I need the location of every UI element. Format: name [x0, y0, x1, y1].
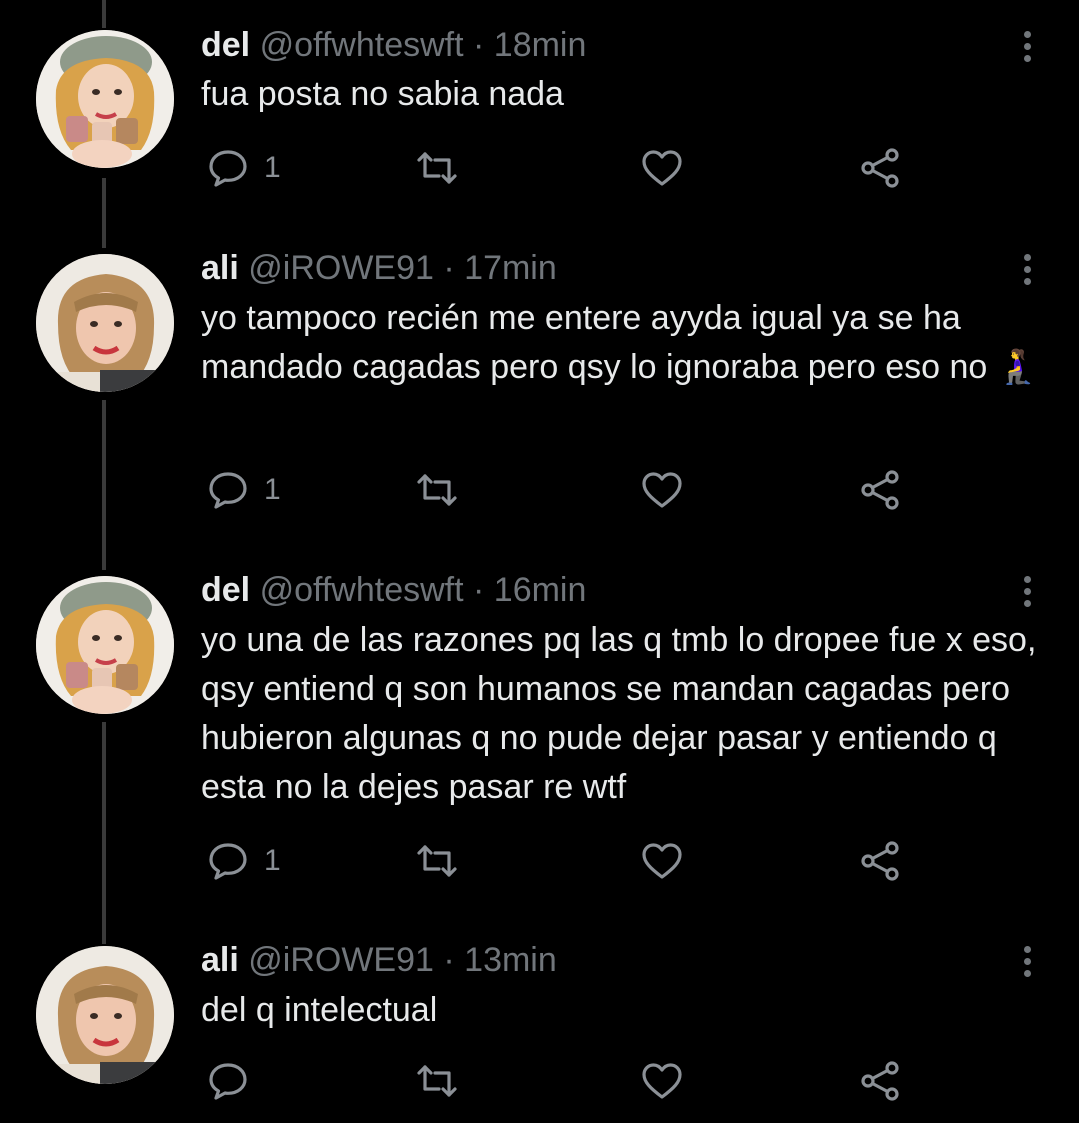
like-button[interactable]: [640, 146, 684, 190]
tweet[interactable]: del @offwhteswft · 16min yo una de las r…: [0, 544, 1079, 914]
tweet-text: del q intelectual: [201, 991, 438, 1029]
separator: ·: [443, 941, 455, 979]
separator: ·: [473, 571, 485, 609]
share-button[interactable]: [858, 468, 902, 512]
avatar[interactable]: [36, 30, 174, 168]
display-name[interactable]: ali: [201, 249, 239, 287]
reply-icon: [209, 1063, 247, 1100]
like-icon: [642, 843, 682, 879]
share-button[interactable]: [858, 839, 902, 883]
tweet-text: yo tampoco recién me entere ayyda igual …: [201, 299, 1040, 386]
tweet-text: fua posta no sabia nada: [201, 75, 564, 113]
more-icon[interactable]: [1012, 250, 1042, 290]
share-button[interactable]: [858, 1059, 902, 1103]
reply-count: 1: [264, 844, 281, 877]
user-handle[interactable]: @offwhteswft: [260, 26, 464, 64]
retweet-icon: [417, 474, 457, 506]
retweet-button[interactable]: [415, 146, 459, 190]
reply-icon: [209, 150, 247, 187]
reply-icon: [209, 472, 247, 509]
like-icon: [642, 150, 682, 186]
retweet-icon: [417, 152, 457, 184]
avatar[interactable]: [36, 576, 174, 714]
reply-button[interactable]: 1: [206, 146, 281, 190]
separator: ·: [443, 249, 455, 287]
reply-button[interactable]: [206, 1059, 264, 1103]
reply-icon: [209, 843, 247, 880]
more-icon[interactable]: [1012, 942, 1042, 982]
reply-button[interactable]: 1: [206, 839, 281, 883]
tweet-header: del @offwhteswft · 18min: [201, 25, 586, 65]
user-handle[interactable]: @offwhteswft: [260, 571, 464, 609]
reply-button[interactable]: 1: [206, 468, 281, 512]
display-name[interactable]: del: [201, 26, 250, 64]
separator: ·: [473, 26, 485, 64]
share-icon: [861, 470, 899, 510]
timestamp[interactable]: 16min: [494, 571, 587, 609]
like-button[interactable]: [640, 468, 684, 512]
timestamp[interactable]: 17min: [464, 249, 557, 287]
tweet[interactable]: ali @iROWE91 · 17min yo tampoco recién m…: [0, 222, 1079, 544]
timestamp[interactable]: 13min: [464, 941, 557, 979]
retweet-icon: [417, 1065, 457, 1097]
user-handle[interactable]: @iROWE91: [248, 941, 434, 979]
share-icon: [861, 1061, 899, 1101]
more-icon[interactable]: [1012, 27, 1042, 67]
tweet-text: yo una de las razones pq las q tmb lo dr…: [201, 621, 1037, 806]
tweet-header: del @offwhteswft · 16min: [201, 570, 586, 610]
retweet-button[interactable]: [415, 839, 459, 883]
share-button[interactable]: [858, 146, 902, 190]
display-name[interactable]: del: [201, 571, 250, 609]
retweet-button[interactable]: [415, 1059, 459, 1103]
reply-count: 1: [264, 473, 281, 506]
display-name[interactable]: ali: [201, 941, 239, 979]
share-icon: [861, 148, 899, 188]
retweet-icon: [417, 845, 457, 877]
retweet-button[interactable]: [415, 468, 459, 512]
avatar[interactable]: [36, 254, 174, 392]
tweet[interactable]: del @offwhteswft · 18min fua posta no sa…: [0, 0, 1079, 222]
like-button[interactable]: [640, 1059, 684, 1103]
tweet-header: ali @iROWE91 · 17min: [201, 248, 557, 288]
timestamp[interactable]: 18min: [494, 26, 587, 64]
reply-count: 1: [264, 151, 281, 184]
like-icon: [642, 1063, 682, 1099]
tweet[interactable]: ali @iROWE91 · 13min del q intelectual: [0, 914, 1079, 1123]
more-icon[interactable]: [1012, 572, 1042, 612]
share-icon: [861, 841, 899, 881]
avatar[interactable]: [36, 946, 174, 1084]
like-icon: [642, 472, 682, 508]
user-handle[interactable]: @iROWE91: [248, 249, 434, 287]
like-button[interactable]: [640, 839, 684, 883]
tweet-header: ali @iROWE91 · 13min: [201, 940, 557, 980]
